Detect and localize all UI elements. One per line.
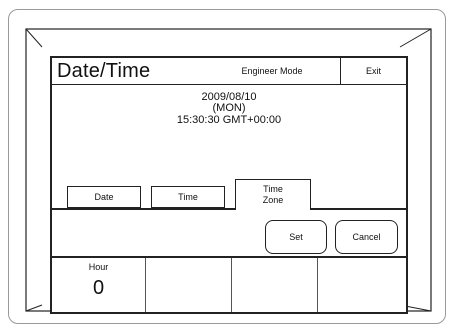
- current-time-and-zone: 15:30:30 GMT+00:00: [176, 114, 282, 126]
- cancel-button[interactable]: Cancel: [335, 220, 398, 254]
- page-title: Date/Time: [57, 60, 151, 82]
- tab-baseline-right: [310, 208, 406, 210]
- exit-button[interactable]: Exit: [340, 58, 406, 84]
- field-slot-3[interactable]: [232, 258, 318, 312]
- hour-field[interactable]: Hour 0: [52, 258, 146, 312]
- tab-time-zone[interactable]: Time Zone: [235, 179, 311, 210]
- field-slot-2[interactable]: [146, 258, 232, 312]
- tab-time[interactable]: Time: [151, 186, 225, 208]
- device-frame: Date/Time Engineer Mode Exit 2009/08/10 …: [8, 9, 446, 324]
- hour-field-value: 0: [92, 277, 105, 299]
- engineer-mode-label: Engineer Mode: [241, 66, 303, 76]
- tab-date[interactable]: Date: [67, 186, 141, 208]
- lcd-screen: Date/Time Engineer Mode Exit 2009/08/10 …: [50, 56, 408, 314]
- title-bar: Date/Time Engineer Mode Exit: [52, 58, 406, 85]
- hour-field-label: Hour: [88, 262, 109, 272]
- current-weekday: (MON): [212, 102, 246, 114]
- tab-baseline-left: [52, 208, 236, 210]
- tab-time-zone-line-2: Zone: [262, 195, 284, 205]
- field-slot-4[interactable]: [318, 258, 406, 312]
- set-button[interactable]: Set: [265, 220, 327, 254]
- tab-time-zone-line-1: Time: [263, 184, 283, 194]
